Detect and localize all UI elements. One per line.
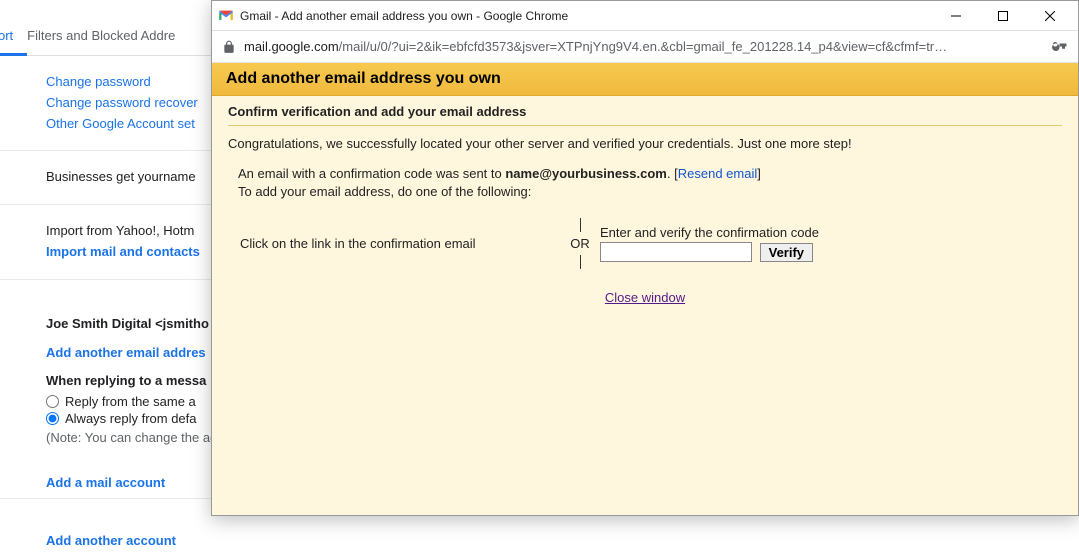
email-sent-address: name@yourbusiness.com xyxy=(505,166,667,181)
dialog-subtitle: Confirm verification and add your email … xyxy=(228,104,1062,126)
popup-window: Gmail - Add another email address you ow… xyxy=(211,0,1079,516)
tab-filters-blocked[interactable]: Filters and Blocked Addre xyxy=(27,28,189,55)
verify-code-block: Enter and verify the confirmation code V… xyxy=(600,225,1062,262)
gmail-favicon xyxy=(218,8,234,24)
window-titlebar: Gmail - Add another email address you ow… xyxy=(212,1,1078,31)
dialog-header: Add another email address you own xyxy=(212,63,1078,96)
url-host: mail.google.com xyxy=(244,39,339,54)
lock-icon xyxy=(222,40,236,54)
address-bar: mail.google.com/mail/u/0/?ui=2&ik=ebfcfd… xyxy=(212,31,1078,63)
radio-reply-same[interactable] xyxy=(46,395,59,408)
minimize-button[interactable] xyxy=(933,2,978,30)
resend-email-link[interactable]: Resend email xyxy=(678,166,758,181)
resend-bracket-close: ] xyxy=(757,166,761,181)
radio-always-default-label: Always reply from defa xyxy=(65,411,197,426)
confirmation-code-input[interactable] xyxy=(600,242,752,262)
or-separator: OR xyxy=(560,236,600,251)
tab-accounts-import[interactable]: ort xyxy=(0,28,27,56)
link-add-another-account[interactable]: Add another account xyxy=(46,515,176,548)
verify-row: Click on the link in the confirmation em… xyxy=(240,225,1062,262)
maximize-button[interactable] xyxy=(980,2,1025,30)
radio-always-default[interactable] xyxy=(46,412,59,425)
email-sent-prefix: An email with a confirmation code was se… xyxy=(238,166,505,181)
saved-password-icon[interactable] xyxy=(1050,36,1068,57)
window-title: Gmail - Add another email address you ow… xyxy=(240,9,933,23)
url-display[interactable]: mail.google.com/mail/u/0/?ui=2&ik=ebfcfd… xyxy=(244,39,1042,54)
to-add-instruction: To add your email address, do one of the… xyxy=(238,184,531,199)
enter-verify-label: Enter and verify the confirmation code xyxy=(600,225,1062,240)
window-controls xyxy=(933,2,1072,30)
close-button[interactable] xyxy=(1027,2,1072,30)
radio-reply-same-label: Reply from the same a xyxy=(65,394,196,409)
verify-button[interactable]: Verify xyxy=(760,243,813,262)
dialog-body: Confirm verification and add your email … xyxy=(212,96,1078,515)
instruction-block: An email with a confirmation code was se… xyxy=(238,165,1062,201)
click-link-instruction: Click on the link in the confirmation em… xyxy=(240,236,560,251)
url-path: /mail/u/0/?ui=2&ik=ebfcfd3573&jsver=XTPn… xyxy=(339,39,947,54)
close-window-link[interactable]: Close window xyxy=(228,290,1062,305)
congrats-message: Congratulations, we successfully located… xyxy=(228,136,1062,151)
link-add-mail-account[interactable]: Add a mail account xyxy=(46,465,165,490)
